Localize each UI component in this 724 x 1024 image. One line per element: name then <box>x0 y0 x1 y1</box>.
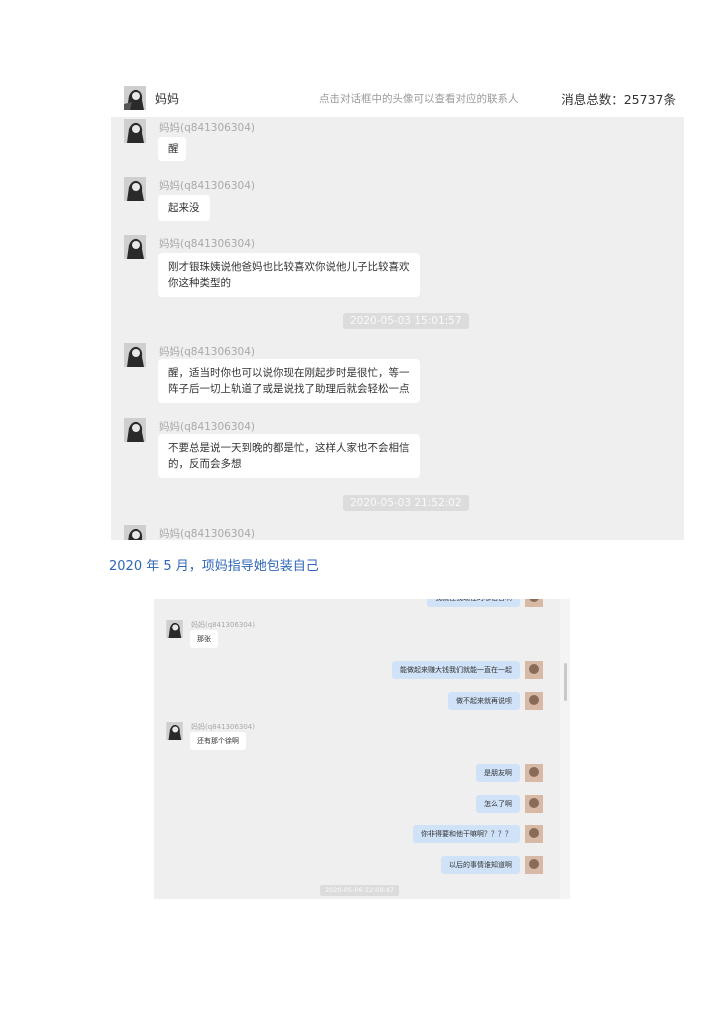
message-text: 醒 <box>168 143 179 155</box>
message-item-self: 我就住我现在的哪宿舍啊 <box>154 599 570 609</box>
self-avatar-icon[interactable] <box>525 856 543 874</box>
message-bubble: 起来没 <box>158 195 210 221</box>
sender-avatar-icon[interactable] <box>124 343 146 367</box>
timestamp: 2020-05-03 21:52:02 <box>343 495 469 511</box>
sender-avatar-icon[interactable] <box>124 235 146 259</box>
message-item-self: 是朋友啊 <box>154 764 570 784</box>
message-text: 起来没 <box>168 202 200 214</box>
self-avatar-icon[interactable] <box>525 825 543 843</box>
sender-avatar-icon[interactable] <box>124 525 146 540</box>
self-avatar-icon[interactable] <box>525 795 543 813</box>
message-total: 消息总数：25737条 <box>561 92 676 107</box>
sender-avatar-icon[interactable] <box>124 177 146 201</box>
message-bubble: 刚才银珠姨说他爸妈也比较喜欢你说他儿子比较喜欢 你这种类型的 <box>158 253 420 297</box>
timestamp: 2020-05-06 22:09:47 <box>320 885 400 896</box>
scrollbar-track[interactable] <box>560 599 570 899</box>
sender-name: 妈妈(q841306304) <box>159 421 255 433</box>
self-avatar-icon[interactable] <box>525 764 543 782</box>
message-bubble-self: 以后的事情谁知道啊 <box>441 856 520 874</box>
message-bubble: 还有那个徐啊 <box>190 732 246 750</box>
message-item-self: 以后的事情谁知道啊 <box>154 856 570 876</box>
chat-body[interactable]: 妈妈(q841306304) 醒 妈妈(q841306304) 起来没 妈妈(q… <box>111 117 684 540</box>
message-bubble-self: 做不起来就再说呗 <box>448 692 520 710</box>
message-text: 的，反而会多想 <box>168 458 242 470</box>
message-bubble-self: 是朋友啊 <box>476 764 520 782</box>
self-avatar-icon[interactable] <box>525 599 543 607</box>
sender-name: 妈妈(q841306304) <box>159 238 255 250</box>
avatar-hint: 点击对话框中的头像可以查看对应的联系人 <box>319 93 519 105</box>
sender-avatar-icon[interactable] <box>166 722 183 740</box>
sender-name: 妈妈(q841306304) <box>159 122 255 134</box>
contact-name: 妈妈 <box>155 92 180 106</box>
message-item-self: 你非得要和他干嘛啊？？？？ <box>154 825 570 845</box>
message-text: 醒，适当时你也可以说你现在刚起步时是很忙，等一 <box>168 367 410 379</box>
sender-name: 妈妈(q841306304) <box>159 528 255 540</box>
message-bubble-self: 怎么了啊 <box>476 795 520 813</box>
sender-name: 妈妈(q841306304) <box>159 180 255 192</box>
message-bubble: 醒，适当时你也可以说你现在刚起步时是很忙，等一 阵子后一切上轨道了或是说找了助理… <box>158 359 420 403</box>
message-item-self: 做不起来就再说呗 <box>154 692 570 712</box>
message-item-self: 怎么了啊 <box>154 795 570 815</box>
message-bubble-self: 我就住我现在的哪宿舍啊 <box>427 599 520 607</box>
message-text: 你这种类型的 <box>168 277 231 289</box>
chat-window-1: 妈妈 点击对话框中的头像可以查看对应的联系人 消息总数：25737条 妈妈(q8… <box>111 79 684 540</box>
chat-header: 妈妈 点击对话框中的头像可以查看对应的联系人 消息总数：25737条 <box>111 79 684 116</box>
message-text: 不要总是说一天到晚的都是忙，这样人家也不会相信 <box>168 442 410 454</box>
chat-window-2[interactable]: 我就住我现在的哪宿舍啊 妈妈(q841306304) 那张 能做起来赚大钱我们就… <box>154 599 570 899</box>
timestamp: 2020-05-03 15:01:57 <box>343 313 469 329</box>
contact-avatar-icon[interactable] <box>124 86 146 110</box>
message-bubble: 不要总是说一天到晚的都是忙，这样人家也不会相信 的，反而会多想 <box>158 434 420 478</box>
message-text: 阵子后一切上轨道了或是说找了助理后就会轻松一点 <box>168 383 410 395</box>
message-bubble: 醒 <box>158 137 186 161</box>
sender-avatar-icon[interactable] <box>124 418 146 442</box>
sender-name: 妈妈(q841306304) <box>191 723 255 731</box>
sender-avatar-icon[interactable] <box>124 119 146 143</box>
self-avatar-icon[interactable] <box>525 661 543 679</box>
message-text: 刚才银珠姨说他爸妈也比较喜欢你说他儿子比较喜欢 <box>168 261 410 273</box>
message-item-self: 能做起来赚大钱我们就能一直在一起 <box>154 661 570 681</box>
sender-avatar-icon[interactable] <box>166 620 183 638</box>
self-avatar-icon[interactable] <box>525 692 543 710</box>
sender-name: 妈妈(q841306304) <box>191 621 255 629</box>
message-bubble-self: 你非得要和他干嘛啊？？？？ <box>413 825 520 843</box>
message-bubble-self: 能做起来赚大钱我们就能一直在一起 <box>392 661 520 679</box>
figure-caption: 2020 年 5 月，项妈指导她包装自己 <box>109 559 319 574</box>
sender-name: 妈妈(q841306304) <box>159 346 255 358</box>
message-bubble: 那张 <box>190 630 218 648</box>
